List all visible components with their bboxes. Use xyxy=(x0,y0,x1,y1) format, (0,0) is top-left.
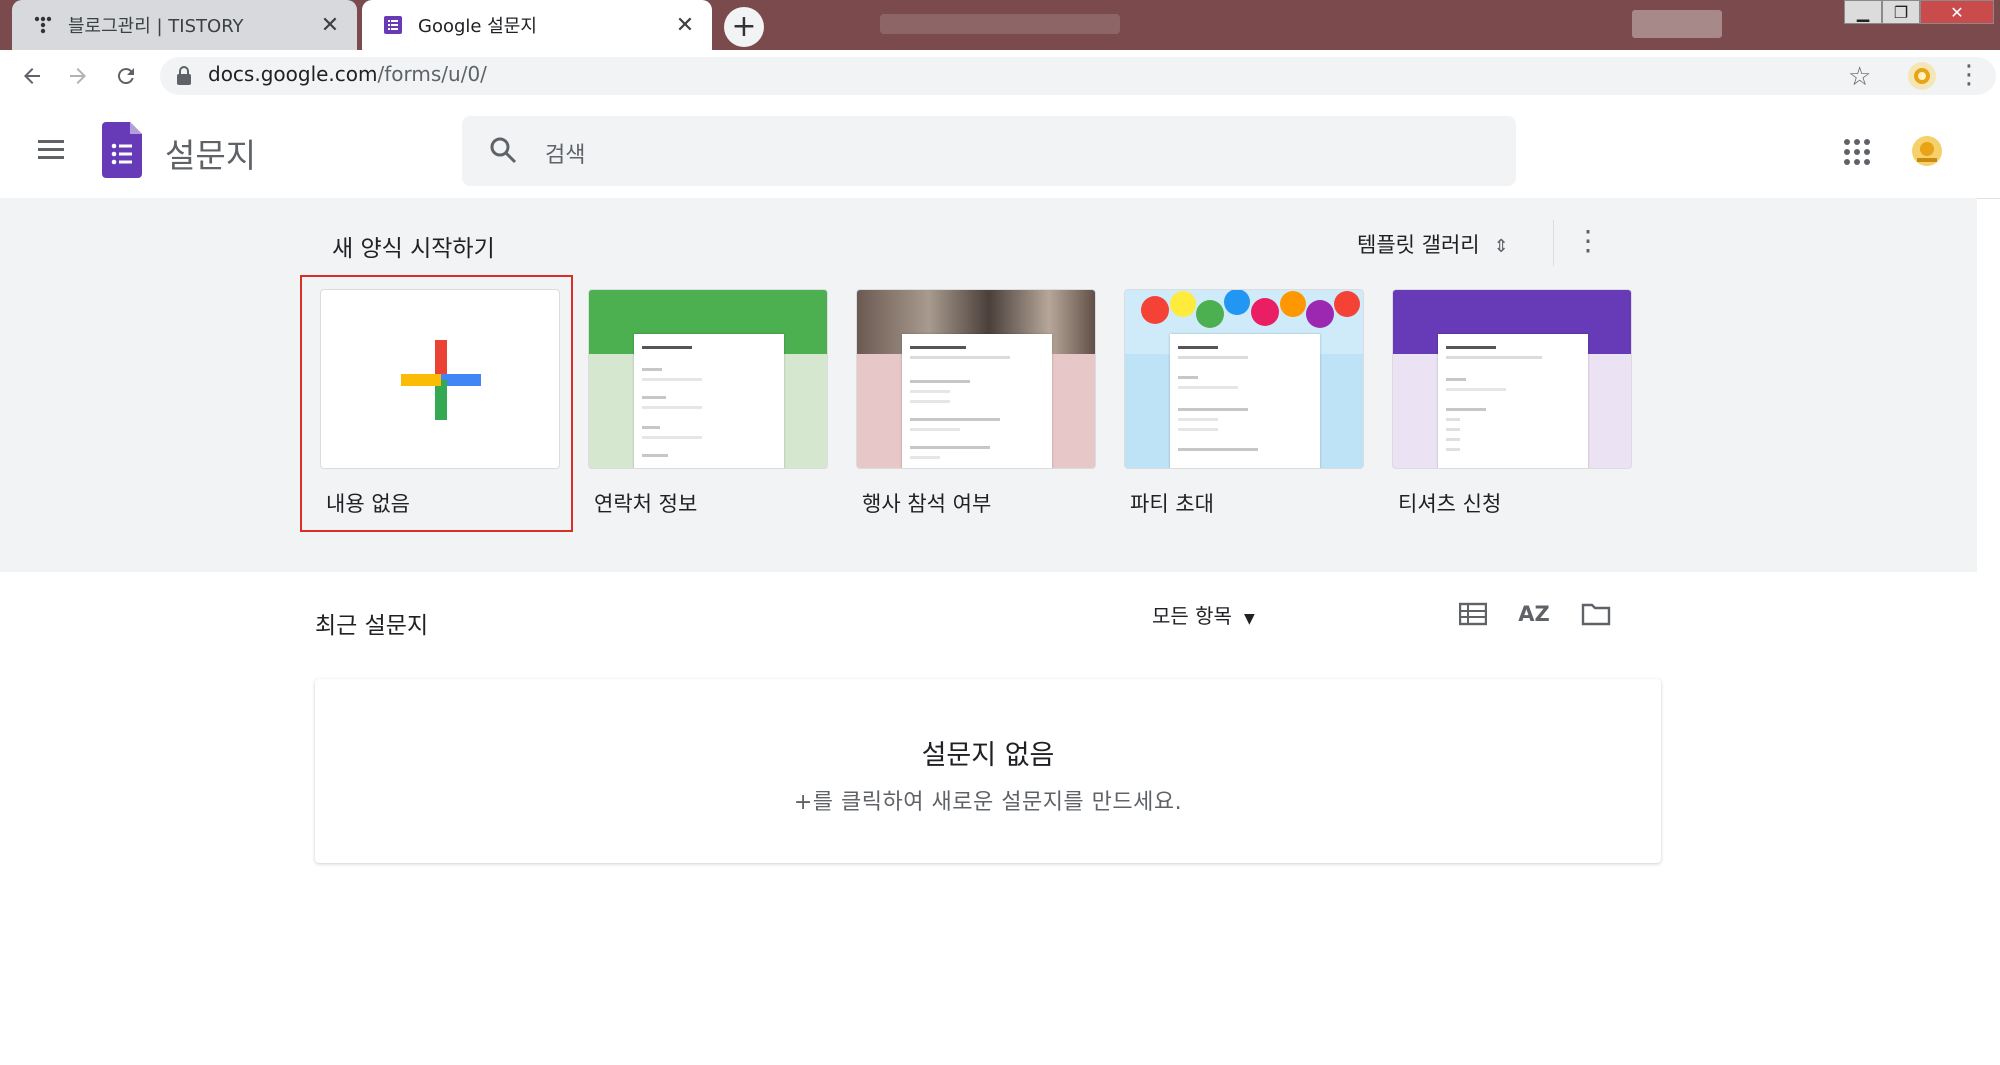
template-card-party-invite[interactable] xyxy=(1124,289,1364,469)
template-label: 내용 없음 xyxy=(326,492,410,516)
chrome-menu-icon[interactable]: ⋮ xyxy=(1956,60,1982,90)
forms-logo-icon[interactable] xyxy=(102,122,142,182)
app-title: 설문지 xyxy=(165,136,257,175)
minimize-window-button[interactable]: ▁ xyxy=(1844,0,1882,24)
profile-avatar-small[interactable] xyxy=(1908,62,1936,90)
empty-state-title: 설문지 없음 xyxy=(921,740,1055,771)
forms-favicon-icon xyxy=(382,14,404,36)
owner-filter-dropdown[interactable]: 모든 항목 ▼ xyxy=(1152,600,1255,629)
template-label: 행사 참석 여부 xyxy=(862,492,992,516)
tab-tistory[interactable]: 블로그관리 | TISTORY ✕ xyxy=(12,0,357,50)
search-placeholder: 검색 xyxy=(545,143,586,168)
blurred-window-title xyxy=(880,14,1120,34)
template-label: 티셔츠 신청 xyxy=(1398,492,1502,516)
recent-forms-heading: 최근 설문지 xyxy=(315,613,429,639)
sort-az-icon[interactable]: AZ xyxy=(1516,596,1552,632)
template-preview-form xyxy=(634,334,784,468)
close-tab-icon[interactable]: ✕ xyxy=(317,12,343,38)
reload-icon[interactable] xyxy=(108,58,144,94)
tab-title: Google 설문지 xyxy=(418,16,537,37)
template-gallery-label: 템플릿 갤러리 xyxy=(1357,233,1480,257)
tab-title: 블로그관리 | TISTORY xyxy=(68,16,244,37)
template-label: 연락처 정보 xyxy=(594,492,698,516)
start-new-form-heading: 새 양식 시작하기 xyxy=(332,236,495,262)
lock-icon xyxy=(176,66,192,90)
divider xyxy=(1553,220,1554,266)
search-icon[interactable] xyxy=(488,135,518,169)
hamburger-menu-icon[interactable] xyxy=(36,136,68,168)
apps-grid-icon[interactable] xyxy=(1843,138,1871,170)
tistory-icon xyxy=(32,14,54,36)
search-input[interactable] xyxy=(462,116,1516,186)
list-view-icon[interactable] xyxy=(1455,596,1491,632)
restore-window-button[interactable]: ❐ xyxy=(1882,0,1920,24)
bookmark-star-icon[interactable]: ☆ xyxy=(1848,62,1871,92)
close-window-button[interactable]: ✕ xyxy=(1920,0,1994,24)
owner-filter-label: 모든 항목 xyxy=(1152,604,1232,628)
more-options-icon[interactable]: ⋮ xyxy=(1574,224,1602,257)
tab-google-forms[interactable]: Google 설문지 ✕ xyxy=(362,0,712,50)
blurred-profile-badge xyxy=(1632,10,1722,38)
url-text: docs.google.com/forms/u/0/ xyxy=(208,62,487,86)
unfold-icon: ⇕ xyxy=(1493,236,1509,257)
template-preview-form xyxy=(1438,334,1588,468)
template-preview-form xyxy=(902,334,1052,468)
folder-icon[interactable] xyxy=(1578,596,1614,632)
dropdown-arrow-icon: ▼ xyxy=(1243,611,1255,627)
url-host: docs.google.com xyxy=(208,62,378,86)
close-tab-icon[interactable]: ✕ xyxy=(672,12,698,38)
forward-arrow-icon[interactable] xyxy=(60,58,96,94)
template-card-event-rsvp[interactable] xyxy=(856,289,1096,469)
template-card-contact-info[interactable] xyxy=(588,289,828,469)
empty-state-subtitle: +를 클릭하여 새로운 설문지를 만드세요. xyxy=(793,790,1183,815)
account-avatar[interactable] xyxy=(1908,132,1946,170)
new-tab-button[interactable]: + xyxy=(724,7,764,47)
template-preview-form xyxy=(1170,334,1320,468)
url-path: /forms/u/0/ xyxy=(377,62,487,86)
back-arrow-icon[interactable] xyxy=(14,58,50,94)
template-label: 파티 초대 xyxy=(1130,492,1214,516)
template-card-tshirt-signup[interactable] xyxy=(1392,289,1632,469)
template-gallery-button[interactable]: 템플릿 갤러리 ⇕ xyxy=(1357,229,1509,259)
